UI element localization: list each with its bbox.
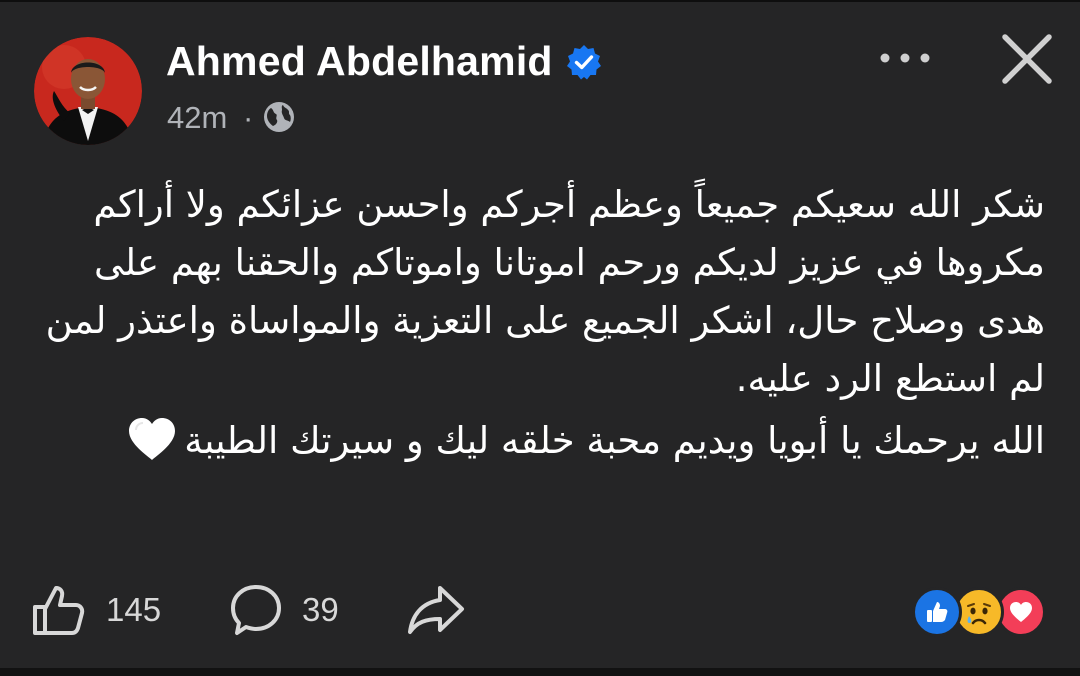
like-count: 145: [106, 591, 162, 628]
post-body: شكر الله سعيكم جميعاً وعظم أجركم واحسن ع…: [20, 176, 1045, 470]
more-options-button[interactable]: [872, 38, 938, 78]
close-button[interactable]: [998, 30, 1056, 88]
thumbs-up-icon: [33, 586, 85, 635]
like-button[interactable]: 145: [30, 580, 161, 640]
post-closing-line: الله يرحمك يا أبويا ويديم محبة خلقه ليك …: [20, 412, 1045, 470]
post-text-line: شكر الله سعيكم جميعاً وعظم أجركم واحسن ع…: [93, 183, 1045, 226]
avatar[interactable]: [34, 37, 142, 145]
comment-count: 39: [302, 591, 339, 628]
globe-icon: [263, 101, 295, 133]
verified-badge-icon: [566, 44, 602, 80]
share-icon: [408, 586, 464, 634]
author-name[interactable]: Ahmed Abdelhamid: [166, 36, 553, 86]
share-button[interactable]: [404, 580, 468, 640]
like-reaction-icon: [912, 587, 962, 637]
reaction-summary[interactable]: [912, 585, 1052, 637]
more-icon: [880, 53, 930, 63]
top-edge: [0, 0, 1080, 2]
comment-button[interactable]: 39: [228, 580, 339, 640]
white-heart-icon: [126, 416, 178, 462]
comment-icon: [231, 585, 281, 635]
close-icon: [1002, 34, 1052, 84]
post-text-line: مكروها في عزيز لديكم ورحم اموتانا واموتا…: [93, 241, 1045, 284]
post-text-line: لم استطع الرد عليه.: [735, 357, 1045, 400]
post-time[interactable]: 42m: [167, 98, 227, 138]
bottom-edge: [0, 668, 1080, 676]
closing-text: الله يرحمك يا أبويا ويديم محبة خلقه ليك …: [184, 419, 1045, 462]
post-text-line: هدى وصلاح حال، اشكر الجميع على التعزية و…: [45, 299, 1045, 342]
meta-separator: ·: [243, 100, 254, 135]
